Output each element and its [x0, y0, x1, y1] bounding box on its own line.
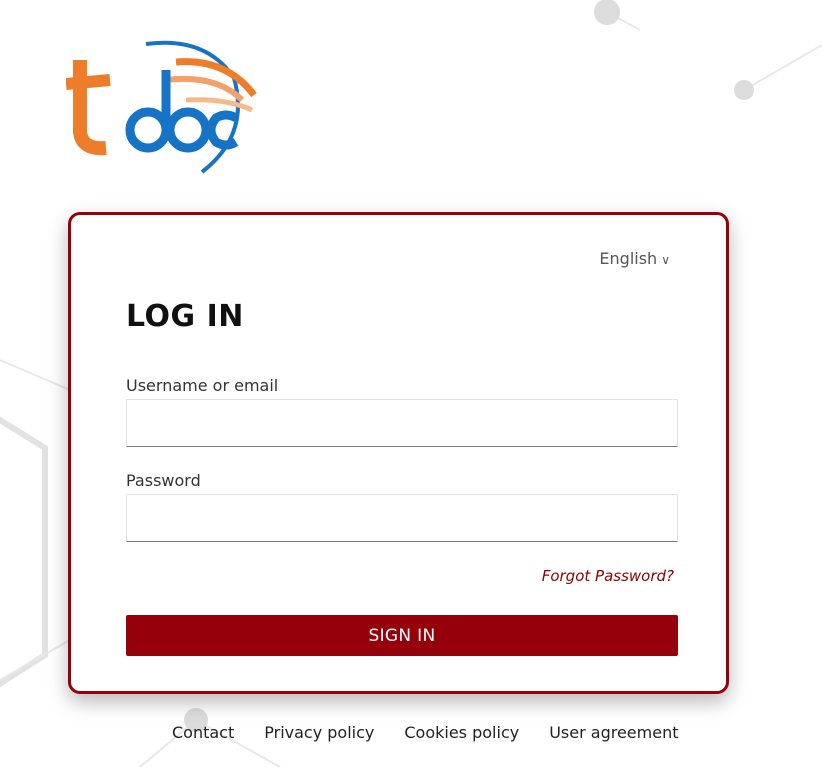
footer-links: Contact Privacy policy Cookies policy Us…: [172, 723, 678, 742]
contact-link[interactable]: Contact: [172, 723, 234, 742]
password-label: Password: [126, 471, 201, 490]
username-label: Username or email: [126, 376, 279, 395]
login-card: English ∨ LOG IN Username or email Passwo…: [68, 212, 729, 694]
chevron-down-icon: ∨: [661, 253, 670, 267]
page-title: LOG IN: [126, 299, 244, 334]
language-label: English: [599, 249, 658, 268]
cookies-policy-link[interactable]: Cookies policy: [404, 723, 519, 742]
deco-node: [594, 0, 620, 25]
deco-node: [734, 80, 754, 100]
sign-in-button[interactable]: SIGN IN: [126, 615, 678, 656]
tdoc-logo: [66, 40, 257, 174]
language-select[interactable]: English ∨: [599, 249, 670, 268]
password-field[interactable]: [126, 494, 678, 542]
privacy-policy-link[interactable]: Privacy policy: [264, 723, 374, 742]
username-field[interactable]: [126, 399, 678, 447]
user-agreement-link[interactable]: User agreement: [549, 723, 678, 742]
forgot-password-link[interactable]: Forgot Password?: [542, 567, 674, 585]
